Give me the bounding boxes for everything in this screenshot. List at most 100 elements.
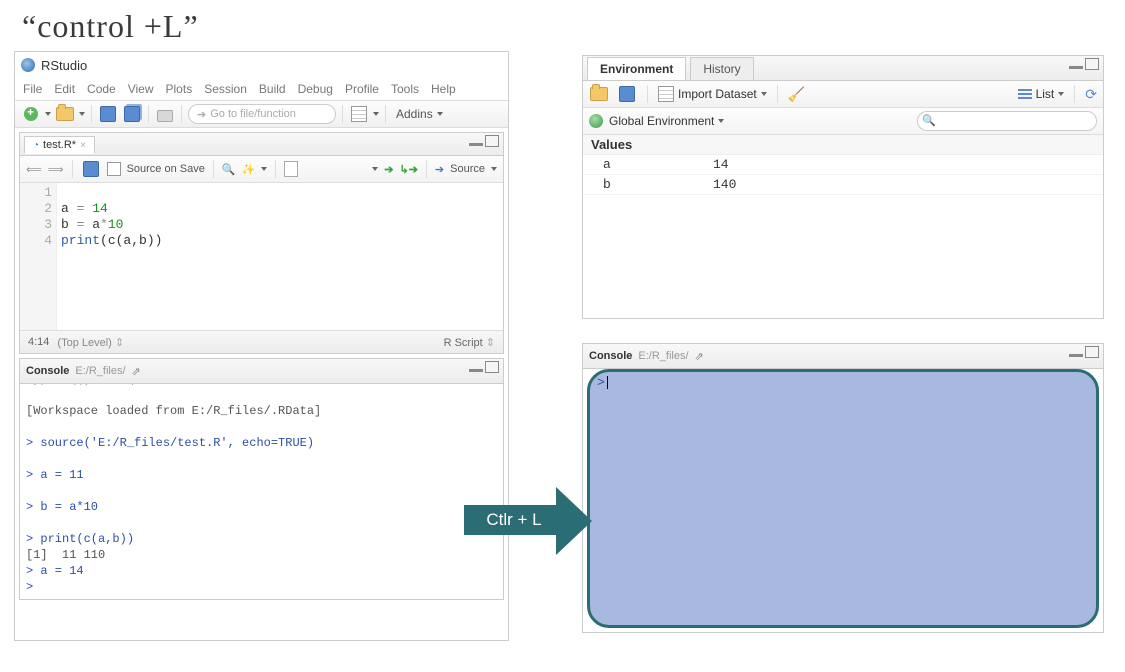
run-icon[interactable]: ➔ xyxy=(384,163,393,176)
env-var-name: a xyxy=(591,157,713,172)
text-cursor-icon xyxy=(607,376,608,389)
scope-indicator[interactable]: (Top Level) ⇕ xyxy=(49,336,443,349)
console-output-left[interactable]: 'help.start()' for an HTML browser inter… xyxy=(20,384,503,599)
source-editor[interactable]: 1234 a = 14b = a*10print(c(a,b)) xyxy=(20,183,503,330)
console-header-left: Console E:/R_files/ ⇗ xyxy=(20,359,503,384)
page-heading: “control +L” xyxy=(22,8,1125,45)
source-button-label[interactable]: Source xyxy=(450,163,485,175)
environment-pane: Environment History Import Dataset 🧹 Lis xyxy=(582,55,1104,319)
console-popout-icon-right[interactable]: ⇗ xyxy=(695,350,704,363)
rstudio-logo-icon xyxy=(21,58,35,72)
cursor-position: 4:14 xyxy=(28,336,49,348)
code-tools-icon[interactable]: ✨ xyxy=(242,163,256,176)
highlight-annotation xyxy=(587,369,1099,628)
console-header-right: Console E:/R_files/ ⇗ xyxy=(583,344,1103,369)
keyboard-shortcut-arrow: Ctlr + L xyxy=(464,475,594,565)
env-row[interactable]: b140 xyxy=(583,175,1103,195)
find-icon[interactable]: 🔍 xyxy=(222,163,236,176)
shortcut-label: Ctlr + L xyxy=(464,505,564,535)
console-output-right[interactable]: > xyxy=(583,369,1103,632)
tab-environment[interactable]: Environment xyxy=(587,57,686,80)
run-caret-icon[interactable] xyxy=(372,167,378,171)
pane-layout-caret-icon[interactable] xyxy=(373,112,379,116)
maximize-console-icon[interactable] xyxy=(485,361,499,373)
console-left-pane-controls xyxy=(469,361,499,373)
tab-history[interactable]: History xyxy=(690,57,753,80)
env-search-wrap: 🔍 xyxy=(917,111,1097,131)
menu-edit[interactable]: Edit xyxy=(54,82,75,96)
minimize-env-icon[interactable] xyxy=(1069,66,1083,69)
menu-profile[interactable]: Profile xyxy=(345,82,379,96)
scope-caret-icon xyxy=(718,119,724,123)
save-workspace-button[interactable] xyxy=(617,84,637,104)
console-pane-right: Console E:/R_files/ ⇗ > xyxy=(582,343,1104,633)
env-scope-selector[interactable]: Global Environment xyxy=(609,114,724,128)
source-pane-controls xyxy=(469,135,499,147)
compile-report-icon[interactable] xyxy=(284,161,298,177)
console-title-left: Console xyxy=(26,365,69,377)
menu-help[interactable]: Help xyxy=(431,82,456,96)
open-project-caret-icon[interactable] xyxy=(79,112,85,116)
save-all-button[interactable] xyxy=(122,104,142,124)
new-file-caret-icon[interactable] xyxy=(45,112,51,116)
goto-placeholder: Go to file/function xyxy=(210,108,296,120)
env-view-mode[interactable]: List xyxy=(1018,87,1065,101)
menu-session[interactable]: Session xyxy=(204,82,247,96)
menu-debug[interactable]: Debug xyxy=(298,82,333,96)
file-type-indicator[interactable]: R Script ⇕ xyxy=(444,336,495,349)
minimize-pane-icon[interactable] xyxy=(469,143,483,146)
console-prompt-right[interactable]: > xyxy=(597,375,608,390)
env-search-input[interactable] xyxy=(917,111,1097,131)
rerun-icon[interactable]: ↳➔ xyxy=(399,163,417,176)
main-toolbar: ➔ Go to file/function Addins xyxy=(15,101,508,128)
console-pane-left: Console E:/R_files/ ⇗ 'help.start()' for… xyxy=(19,358,504,600)
source-pane: ◔ test.R* × ⟸ ⟹ Source on Save 🔍 ✨ xyxy=(19,132,504,354)
menu-tools[interactable]: Tools xyxy=(391,82,419,96)
maximize-console-right-icon[interactable] xyxy=(1085,346,1099,358)
console-right-pane-controls xyxy=(1069,346,1099,358)
maximize-env-icon[interactable] xyxy=(1085,58,1099,70)
open-project-button[interactable] xyxy=(55,104,75,124)
menu-view[interactable]: View xyxy=(128,82,154,96)
addins-caret-icon xyxy=(437,112,443,116)
close-tab-icon[interactable]: × xyxy=(80,140,86,151)
nav-back-icon[interactable]: ⟸ xyxy=(26,163,42,176)
list-icon xyxy=(1018,89,1032,99)
env-var-value: 14 xyxy=(713,157,1095,172)
pane-layout-button[interactable] xyxy=(349,104,369,124)
env-section-values: Values xyxy=(583,135,1103,155)
nav-forward-icon[interactable]: ⟹ xyxy=(48,163,64,176)
clear-workspace-icon[interactable]: 🧹 xyxy=(788,86,805,103)
source-tab-testr[interactable]: ◔ test.R* × xyxy=(24,136,95,154)
addins-label: Addins xyxy=(396,107,433,121)
addins-menu[interactable]: Addins xyxy=(392,107,447,121)
env-row[interactable]: a14 xyxy=(583,155,1103,175)
menu-plots[interactable]: Plots xyxy=(166,82,193,96)
app-title: RStudio xyxy=(41,58,87,73)
menu-build[interactable]: Build xyxy=(259,82,286,96)
minimize-console-icon[interactable] xyxy=(469,369,483,372)
editor-code[interactable]: a = 14b = a*10print(c(a,b)) xyxy=(57,183,166,330)
window-titlebar: RStudio xyxy=(15,52,508,78)
source-tab-label: test.R* xyxy=(43,139,76,151)
print-button[interactable] xyxy=(155,104,175,124)
env-scope-bar: Global Environment 🔍 xyxy=(583,108,1103,135)
source-on-save-checkbox[interactable] xyxy=(107,162,121,176)
goto-file-input[interactable]: ➔ Go to file/function xyxy=(188,104,336,124)
maximize-pane-icon[interactable] xyxy=(485,135,499,147)
import-dataset-button[interactable]: Import Dataset xyxy=(658,86,767,102)
console-path-right: E:/R_files/ xyxy=(638,350,688,362)
save-source-button[interactable] xyxy=(81,159,101,179)
source-icon[interactable]: ➔ xyxy=(435,163,444,176)
load-workspace-button[interactable] xyxy=(589,84,609,104)
source-caret-icon[interactable] xyxy=(491,167,497,171)
new-file-button[interactable] xyxy=(21,104,41,124)
code-tools-caret-icon[interactable] xyxy=(261,167,267,171)
menu-file[interactable]: File xyxy=(23,82,42,96)
save-button[interactable] xyxy=(98,104,118,124)
menu-code[interactable]: Code xyxy=(87,82,116,96)
minimize-console-right-icon[interactable] xyxy=(1069,354,1083,357)
import-caret-icon xyxy=(761,92,767,96)
refresh-env-icon[interactable]: ⟳ xyxy=(1085,86,1097,103)
console-popout-icon[interactable]: ⇗ xyxy=(132,365,141,378)
